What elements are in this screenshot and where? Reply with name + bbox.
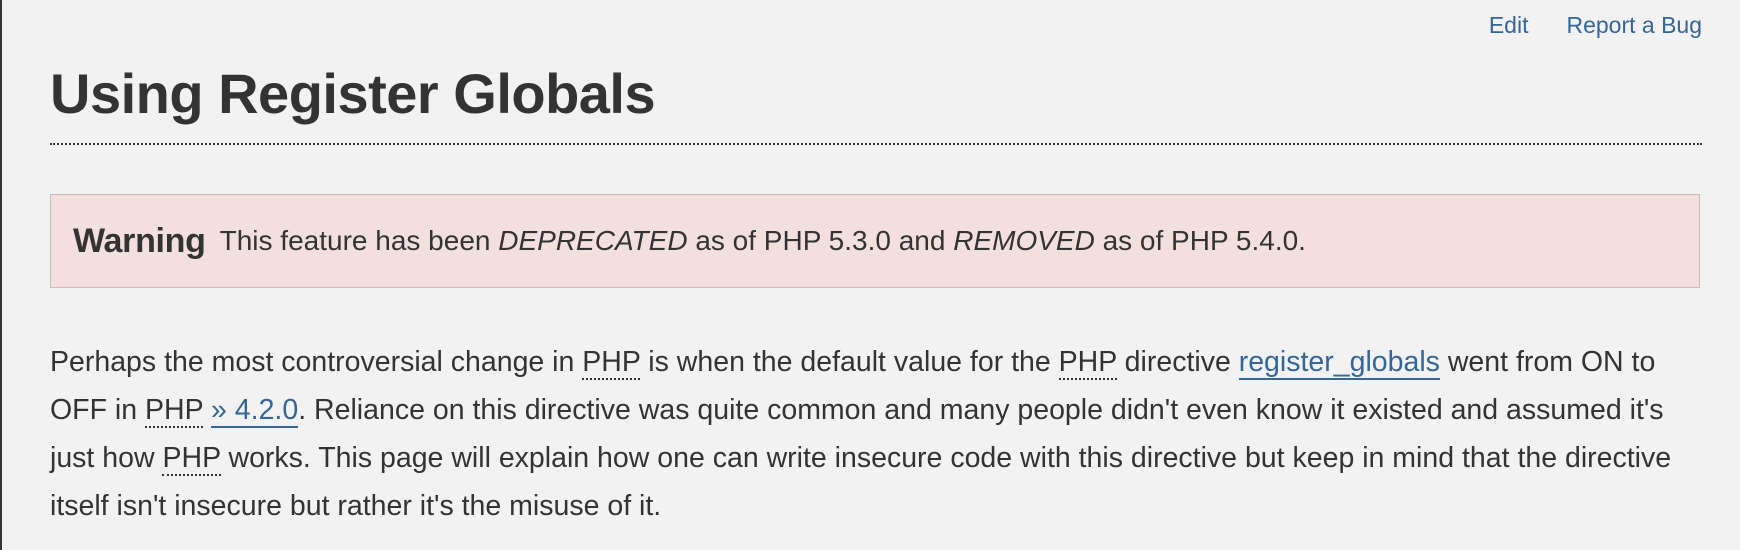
deprecation-warning: Warning This feature has been DEPRECATED… <box>50 194 1700 288</box>
intro-paragraph: Perhaps the most controversial change in… <box>50 338 1702 530</box>
php-abbr: PHP <box>1058 346 1117 380</box>
para-text-7: works. This page will explain how one ca… <box>50 442 1672 522</box>
php-abbr: PHP <box>162 442 221 476</box>
php-abbr: PHP <box>145 394 204 428</box>
edit-link[interactable]: Edit <box>1489 12 1529 39</box>
para-text-3: directive <box>1116 346 1239 378</box>
para-text-1: Perhaps the most controversial change in <box>50 346 583 378</box>
register-globals-link[interactable]: register_globals <box>1238 346 1440 380</box>
warning-deprecated: DEPRECATED <box>498 225 688 256</box>
page-title: Using Register Globals <box>50 62 656 125</box>
left-border-rule <box>0 0 2 550</box>
php-version-link[interactable]: » 4.2.0 <box>211 394 299 428</box>
warning-text-after: as of PHP 5.4.0. <box>1094 225 1306 256</box>
title-divider <box>50 143 1702 145</box>
warning-removed: REMOVED <box>953 225 1095 256</box>
warning-label: Warning <box>73 221 206 260</box>
page-actions: Edit Report a Bug <box>1489 12 1702 39</box>
para-text-5 <box>203 394 211 426</box>
para-text-2: is when the default value for the <box>640 346 1059 378</box>
php-abbr: PHP <box>582 346 641 380</box>
report-bug-link[interactable]: Report a Bug <box>1566 12 1702 39</box>
warning-text-middle: as of PHP 5.3.0 and <box>687 225 954 256</box>
warning-text-before: This feature has been <box>219 225 499 256</box>
warning-text: This feature has been DEPRECATED as of P… <box>220 225 1306 257</box>
